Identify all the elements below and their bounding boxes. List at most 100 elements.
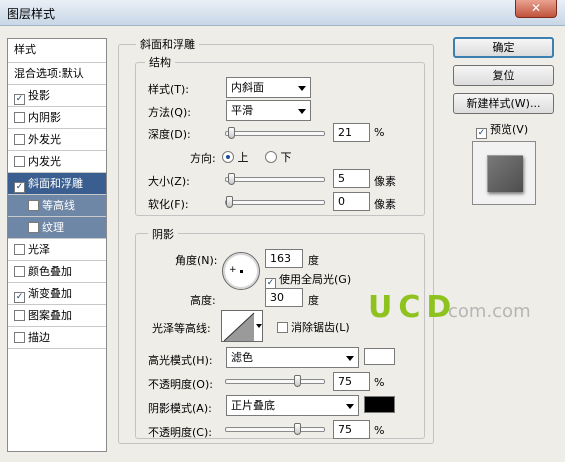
highlight-mode-select[interactable]: 滤色 (226, 347, 359, 368)
direction-up-radio[interactable] (222, 151, 234, 163)
antialias-option[interactable]: 消除锯齿(L) (277, 319, 350, 335)
style-list-label: 等高线 (42, 199, 75, 212)
style-list-label: 纹理 (42, 221, 64, 234)
chevron-down-icon (346, 356, 354, 361)
global-light-option[interactable]: ✓ 使用全局光(G) (265, 271, 351, 289)
style-list-item[interactable]: 外发光 (8, 129, 106, 151)
depth-slider-thumb[interactable] (228, 127, 235, 139)
style-list-checkbox[interactable] (14, 310, 25, 321)
highlight-opacity-input[interactable]: 75 (333, 372, 370, 391)
direction-up-option[interactable]: 上 (222, 149, 249, 165)
depth-unit: % (374, 126, 385, 139)
style-label: 样式(T): (148, 83, 190, 96)
style-list-checkbox[interactable] (28, 200, 39, 211)
reset-button[interactable]: 复位 (453, 65, 554, 86)
direction-down-radio[interactable] (265, 151, 277, 163)
close-button[interactable]: ✕ (515, 0, 557, 18)
structure-title: 结构 (145, 54, 175, 70)
highlight-opacity-thumb[interactable] (294, 375, 301, 387)
direction-up-label: 上 (237, 151, 249, 164)
styles-list: 样式 混合选项:默认 ✓ 投影 内阴影 外发光 内发光 ✓ 斜面和浮雕 等高线 纹理 光泽 颜色叠加 ✓ 渐… (7, 38, 107, 452)
style-list-item[interactable]: 内发光 (8, 151, 106, 173)
soften-slider[interactable] (225, 196, 325, 208)
angle-label: 角度(N): (175, 254, 218, 267)
style-list-checkbox[interactable]: ✓ (14, 94, 25, 105)
style-list-checkbox[interactable] (14, 134, 25, 145)
style-list-item[interactable]: ✓ 斜面和浮雕 (8, 173, 106, 195)
highlight-opacity-slider[interactable] (225, 375, 325, 387)
gloss-contour-picker[interactable] (221, 310, 263, 342)
style-list-checkbox[interactable] (14, 266, 25, 277)
method-label: 方法(Q): (148, 106, 191, 119)
shadow-opacity-label: 不透明度(C): (148, 426, 212, 439)
style-list-label: 光泽 (28, 243, 50, 256)
style-list-item[interactable]: 光泽 (8, 239, 106, 261)
shadow-opacity-slider[interactable] (225, 423, 325, 435)
highlight-mode-label: 高光模式(H): (148, 354, 213, 367)
shadow-mode-select[interactable]: 正片叠底 (226, 395, 359, 416)
soften-slider-thumb[interactable] (226, 196, 233, 208)
shadow-opacity-input[interactable]: 75 (333, 420, 370, 439)
shadow-opacity-thumb[interactable] (294, 423, 301, 435)
preview-checkbox[interactable]: ✓ (476, 128, 487, 139)
altitude-input[interactable]: 30 (265, 288, 303, 307)
style-list-item[interactable]: ✓ 渐变叠加 (8, 283, 106, 305)
style-list-checkbox[interactable] (14, 156, 25, 167)
angle-dial-point-icon (240, 270, 243, 273)
style-list-checkbox[interactable] (28, 222, 39, 233)
style-list-item[interactable]: 颜色叠加 (8, 261, 106, 283)
style-list-checkbox[interactable]: ✓ (14, 182, 25, 193)
style-list-label: 内发光 (28, 155, 61, 168)
style-list-item[interactable]: ✓ 投影 (8, 85, 106, 107)
soften-input[interactable]: 0 (333, 192, 370, 211)
direction-down-option[interactable]: 下 (265, 149, 292, 165)
size-slider[interactable] (225, 173, 325, 185)
window-title: 图层样式 (7, 7, 56, 21)
depth-slider[interactable] (225, 127, 325, 139)
antialias-label: 消除锯齿(L) (291, 321, 350, 334)
new-style-button[interactable]: 新建样式(W)... (453, 93, 554, 114)
method-select[interactable]: 平滑 (226, 100, 311, 121)
antialias-checkbox[interactable] (277, 322, 288, 333)
preview-option[interactable]: ✓ 预览(V) (476, 121, 528, 139)
size-input[interactable]: 5 (333, 169, 370, 188)
soften-label: 软化(F): (148, 198, 189, 211)
style-select[interactable]: 内斜面 (226, 77, 311, 98)
style-list-item: 样式 (8, 39, 106, 63)
style-list-label: 描边 (28, 331, 50, 344)
style-list-item[interactable]: 等高线 (8, 195, 106, 217)
style-list-label: 内阴影 (28, 111, 61, 124)
bevel-section-title: 斜面和浮雕 (136, 36, 199, 52)
highlight-opacity-label: 不透明度(O): (148, 378, 213, 391)
highlight-color-swatch[interactable] (364, 348, 395, 365)
layer-style-dialog: 图层样式 ✕ 样式 混合选项:默认 ✓ 投影 内阴影 外发光 内发光 ✓ 斜面和浮雕 等高线 纹理光… (0, 0, 565, 462)
style-list-item[interactable]: 内阴影 (8, 107, 106, 129)
style-list-checkbox[interactable] (14, 332, 25, 343)
style-list-label: 斜面和浮雕 (28, 177, 83, 190)
style-list-checkbox[interactable] (14, 112, 25, 123)
method-select-value: 平滑 (231, 104, 253, 117)
chevron-down-icon (346, 404, 354, 409)
style-list-item[interactable]: 描边 (8, 327, 106, 349)
direction-down-label: 下 (280, 151, 292, 164)
style-list-checkbox[interactable]: ✓ (14, 292, 25, 303)
shadow-color-swatch[interactable] (364, 396, 395, 413)
style-list-item[interactable]: 图案叠加 (8, 305, 106, 327)
preview-thumbnail (472, 141, 536, 205)
style-list-item[interactable]: 纹理 (8, 217, 106, 239)
angle-dial[interactable]: + (222, 252, 260, 290)
watermark-main: UCD (368, 290, 458, 325)
watermark: UCD (368, 290, 457, 325)
angle-input[interactable]: 163 (265, 249, 303, 268)
style-list-label: 颜色叠加 (28, 265, 72, 278)
depth-input[interactable]: 21 (333, 123, 370, 142)
size-slider-thumb[interactable] (228, 173, 235, 185)
gloss-contour-label: 光泽等高线: (152, 322, 211, 335)
style-list-item[interactable]: 混合选项:默认 (8, 63, 106, 85)
highlight-opacity-unit: % (374, 376, 385, 389)
style-list-checkbox[interactable] (14, 244, 25, 255)
style-list-label: 投影 (28, 89, 50, 102)
ok-button[interactable]: 确定 (453, 37, 554, 58)
shadow-mode-value: 正片叠底 (231, 399, 275, 412)
style-list-label: 渐变叠加 (28, 287, 72, 300)
